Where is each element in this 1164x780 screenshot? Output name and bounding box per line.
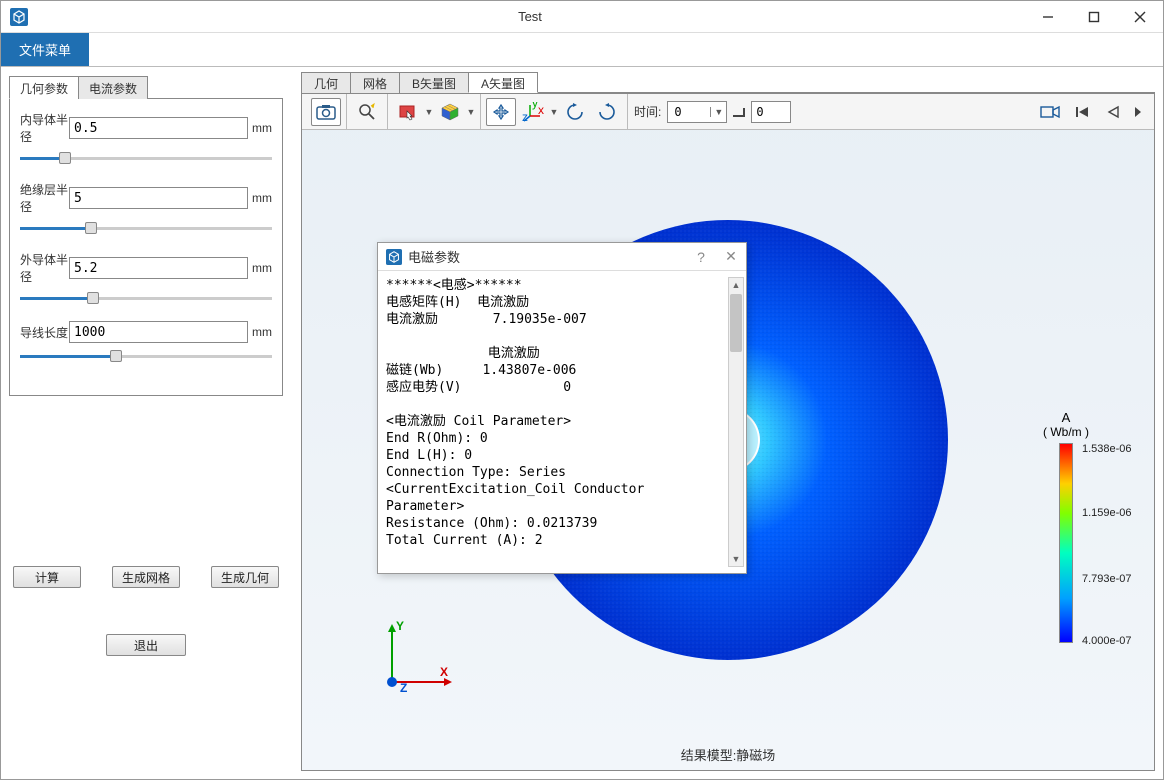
dialog-scrollbar[interactable]: ▲ ▼ — [728, 277, 744, 567]
slider-wire-length[interactable] — [20, 347, 272, 365]
minimize-button[interactable] — [1025, 1, 1071, 33]
row-wire-length: 导线长度 mm — [20, 321, 272, 343]
maximize-button[interactable] — [1071, 1, 1117, 33]
close-icon[interactable]: ✕ — [716, 248, 746, 265]
colorbar-title2: ( Wb/m ) — [1036, 425, 1096, 439]
tab-b-vector[interactable]: B矢量图 — [399, 72, 469, 93]
window-title: Test — [35, 9, 1025, 24]
help-icon[interactable]: ? — [686, 249, 716, 265]
label-wire-length: 导线长度 — [20, 324, 69, 341]
colorbar-tick: 1.159e-06 — [1082, 507, 1132, 519]
slider-outer-radius[interactable] — [20, 289, 272, 307]
label-inner-radius: 内导体半径 — [20, 111, 69, 145]
axis-y-label: Y — [396, 620, 404, 633]
colorbar-tick: 4.000e-07 — [1082, 635, 1132, 647]
label-insulation-radius: 绝缘层半径 — [20, 181, 69, 215]
colorbar-gradient — [1059, 443, 1073, 643]
scroll-thumb[interactable] — [730, 294, 742, 352]
input-inner-radius[interactable] — [69, 117, 248, 139]
more-icon[interactable] — [1131, 98, 1145, 126]
rotate-ccw-icon[interactable] — [560, 98, 590, 126]
unit-mm: mm — [248, 121, 272, 135]
dialog-text: ******<电感>****** 电感矩阵(H) 电流激励 电流激励 7.190… — [386, 277, 744, 549]
viewer-frame: ▼ ▼ yxz ▼ 时间: 0 ▼ — [301, 93, 1155, 771]
pan-icon[interactable] — [486, 98, 516, 126]
colorbar-tick: 1.538e-06 — [1082, 443, 1132, 455]
viewer-tabs: 几何 网格 B矢量图 A矢量图 — [301, 71, 1155, 93]
unit-mm: mm — [248, 325, 272, 339]
viewer-body[interactable]: Y X Z A ( Wb/m ) 1.538e-06 — [302, 130, 1154, 770]
generate-geometry-button[interactable]: 生成几何 — [211, 566, 279, 588]
tab-a-vector[interactable]: A矢量图 — [468, 72, 538, 93]
content: 几何参数 电流参数 内导体半径 mm 绝缘层半径 mm — [1, 67, 1163, 779]
time-input[interactable] — [751, 101, 791, 123]
time-combo[interactable]: 0 ▼ — [667, 101, 727, 123]
result-label: 结果模型:静磁场 — [302, 745, 1154, 764]
compute-button[interactable]: 计算 — [13, 566, 81, 588]
unit-mm: mm — [248, 191, 272, 205]
tab-geometry[interactable]: 几何 — [301, 72, 351, 93]
left-panel: 几何参数 电流参数 内导体半径 mm 绝缘层半径 mm — [1, 67, 291, 779]
slider-insulation-radius[interactable] — [20, 219, 272, 237]
svg-text:x: x — [538, 103, 544, 117]
zoom-icon[interactable] — [352, 98, 382, 126]
file-menu[interactable]: 文件菜单 — [1, 33, 89, 66]
exit-row: 退出 — [9, 634, 283, 656]
time-combo-value: 0 — [668, 105, 710, 119]
tab-mesh[interactable]: 网格 — [350, 72, 400, 93]
axis-x-label: X — [440, 665, 448, 679]
tab-current-params[interactable]: 电流参数 — [78, 76, 148, 99]
skip-first-icon[interactable] — [1067, 98, 1097, 126]
screenshot-icon[interactable] — [311, 98, 341, 126]
scroll-down-icon[interactable]: ▼ — [729, 552, 743, 566]
menubar: 文件菜单 — [1, 33, 1163, 67]
scroll-up-icon[interactable]: ▲ — [729, 278, 743, 292]
generate-mesh-button[interactable]: 生成网格 — [112, 566, 180, 588]
input-outer-radius[interactable] — [69, 257, 248, 279]
dialog-titlebar[interactable]: 电磁参数 ? ✕ — [378, 243, 746, 271]
step-back-icon[interactable] — [1099, 98, 1129, 126]
colorbar-title1: A — [1036, 410, 1096, 425]
chevron-down-icon[interactable]: ▼ — [424, 107, 434, 117]
viewer-toolbar: ▼ ▼ yxz ▼ 时间: 0 ▼ — [302, 94, 1154, 130]
svg-text:z: z — [522, 110, 528, 122]
time-label: 时间: — [628, 103, 667, 120]
slider-inner-radius[interactable] — [20, 149, 272, 167]
em-params-dialog: 电磁参数 ? ✕ ******<电感>****** 电感矩阵(H) 电流激励 电… — [377, 242, 747, 574]
row-inner-radius: 内导体半径 mm — [20, 111, 272, 145]
tab-geom-params[interactable]: 几何参数 — [9, 76, 79, 99]
unit-mm: mm — [248, 261, 272, 275]
axis-z-label: Z — [400, 681, 407, 695]
rotate-cw-icon[interactable] — [592, 98, 622, 126]
main-window: Test 文件菜单 几何参数 电流参数 内导体半径 mm — [0, 0, 1164, 780]
input-wire-length[interactable] — [69, 321, 248, 343]
param-tabs: 几何参数 电流参数 — [9, 75, 283, 99]
close-button[interactable] — [1117, 1, 1163, 33]
action-buttons: 计算 生成网格 生成几何 — [9, 566, 283, 588]
input-insulation-radius[interactable] — [69, 187, 248, 209]
param-box: 内导体半径 mm 绝缘层半径 mm 外导体半径 — [9, 99, 283, 396]
app-icon — [386, 249, 402, 265]
dialog-title: 电磁参数 — [408, 247, 686, 266]
colorbar: A ( Wb/m ) 1.538e-06 1.159e-06 7.793e-07… — [1036, 410, 1096, 647]
chevron-down-icon[interactable]: ▼ — [466, 107, 476, 117]
selection-mode-icon[interactable] — [393, 98, 423, 126]
rubiks-cube-icon[interactable] — [435, 98, 465, 126]
app-icon — [9, 7, 29, 27]
camera-record-icon[interactable] — [1035, 98, 1065, 126]
axis-gizmo: Y X Z — [374, 620, 464, 700]
chevron-down-icon[interactable]: ▼ — [549, 107, 559, 117]
row-insulation-radius: 绝缘层半径 mm — [20, 181, 272, 215]
titlebar: Test — [1, 1, 1163, 33]
row-outer-radius: 外导体半径 mm — [20, 251, 272, 285]
colorbar-tick: 7.793e-07 — [1082, 573, 1132, 585]
label-outer-radius: 外导体半径 — [20, 251, 69, 285]
right-panel: 几何 网格 B矢量图 A矢量图 ▼ ▼ — [291, 67, 1163, 779]
axes-icon[interactable]: yxz — [518, 98, 548, 126]
window-buttons — [1025, 1, 1163, 33]
dialog-body: ******<电感>****** 电感矩阵(H) 电流激励 电流激励 7.190… — [378, 271, 746, 573]
exit-button[interactable]: 退出 — [106, 634, 186, 656]
chevron-down-icon: ▼ — [710, 107, 726, 117]
step-end-icon[interactable] — [728, 98, 750, 126]
